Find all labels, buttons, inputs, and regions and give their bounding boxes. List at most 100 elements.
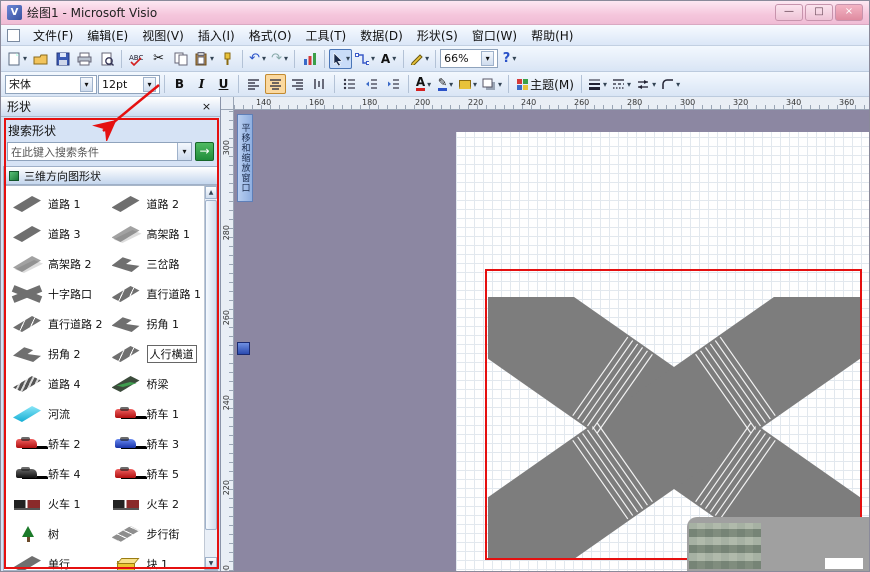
chevron-down-icon[interactable]: ▾ bbox=[177, 143, 191, 160]
shadow-button[interactable]: ▾ bbox=[480, 74, 504, 94]
shape-item[interactable]: 轿车 2 bbox=[6, 429, 105, 459]
new-document-button[interactable]: ▾ bbox=[5, 49, 29, 69]
line-weight-button[interactable]: ▾ bbox=[586, 74, 609, 94]
copy-button[interactable] bbox=[170, 49, 191, 69]
shape-item[interactable]: 道路 1 bbox=[6, 189, 105, 219]
zoom-combo[interactable]: 66% ▾ bbox=[440, 49, 498, 68]
shape-item[interactable]: 块 1 bbox=[105, 549, 204, 571]
line-pattern-button[interactable]: ▾ bbox=[610, 74, 633, 94]
menu-item[interactable]: 形状(S) bbox=[410, 25, 465, 46]
chart-button[interactable] bbox=[299, 49, 320, 69]
close-button[interactable]: × bbox=[835, 4, 863, 21]
pointer-tool-button[interactable]: ▾ bbox=[329, 49, 352, 69]
increase-indent-button[interactable] bbox=[383, 74, 404, 94]
shape-item[interactable]: 十字路口 bbox=[6, 279, 105, 309]
menu-item[interactable]: 格式(O) bbox=[242, 25, 299, 46]
bold-button[interactable]: B bbox=[169, 74, 190, 94]
collapsed-window-button[interactable] bbox=[237, 342, 250, 355]
format-painter-button[interactable] bbox=[217, 49, 238, 69]
panel-close-button[interactable]: × bbox=[199, 99, 214, 114]
shape-item[interactable]: 人行横道 bbox=[105, 339, 204, 369]
corner-rounding-button[interactable]: ▾ bbox=[659, 74, 682, 94]
menu-item[interactable]: 文件(F) bbox=[26, 25, 80, 46]
shape-item[interactable]: 桥梁 bbox=[105, 369, 204, 399]
print-preview-button[interactable] bbox=[96, 49, 117, 69]
menu-item[interactable]: 插入(I) bbox=[191, 25, 242, 46]
align-right-button[interactable] bbox=[287, 74, 308, 94]
fill-color-button[interactable]: ▾ bbox=[457, 74, 479, 94]
bullets-button[interactable] bbox=[339, 74, 360, 94]
decrease-indent-icon bbox=[365, 78, 378, 90]
shape-item[interactable]: 火车 1 bbox=[6, 489, 105, 519]
help-button[interactable]: ?▾ bbox=[499, 49, 520, 69]
shape-item[interactable]: 高架路 2 bbox=[6, 249, 105, 279]
corner-icon bbox=[109, 315, 143, 333]
shape-item[interactable]: 单行 bbox=[6, 549, 105, 571]
shape-item[interactable]: 轿车 4 bbox=[6, 459, 105, 489]
shapes-scrollbar[interactable]: ▲ ▼ bbox=[204, 186, 217, 570]
underline-button[interactable]: U bbox=[213, 74, 234, 94]
search-combo[interactable]: ▾ bbox=[7, 142, 192, 161]
decrease-indent-button[interactable] bbox=[361, 74, 382, 94]
align-center-button[interactable] bbox=[265, 74, 286, 94]
shape-item[interactable]: 道路 2 bbox=[105, 189, 204, 219]
shape-item[interactable]: 河流 bbox=[6, 399, 105, 429]
shape-item[interactable]: 直行道路 2 bbox=[6, 309, 105, 339]
shapes-panel-title: 形状 bbox=[7, 98, 31, 115]
road-icon bbox=[10, 555, 44, 571]
shape-item[interactable]: 道路 4 bbox=[6, 369, 105, 399]
text-tool-button[interactable]: A▾ bbox=[378, 49, 399, 69]
scroll-up-icon[interactable]: ▲ bbox=[205, 186, 217, 199]
shape-item[interactable]: 三岔路 bbox=[105, 249, 204, 279]
line-color-button[interactable]: ✎▾ bbox=[435, 74, 456, 94]
shape-item[interactable]: 道路 3 bbox=[6, 219, 105, 249]
minimize-button[interactable]: — bbox=[775, 4, 803, 21]
undo-button[interactable]: ↶▾ bbox=[247, 49, 268, 69]
search-input[interactable] bbox=[8, 145, 177, 158]
separator bbox=[403, 50, 404, 68]
font-size-combo[interactable]: 12pt ▾ bbox=[98, 75, 160, 94]
menu-item[interactable]: 工具(T) bbox=[299, 25, 354, 46]
shape-item[interactable]: 火车 2 bbox=[105, 489, 204, 519]
ruler-label: 180 bbox=[362, 98, 377, 107]
theme-button[interactable]: 主题(M) bbox=[513, 74, 577, 94]
search-go-button[interactable]: → bbox=[195, 142, 214, 161]
pan-zoom-window-tab[interactable]: 平移和缩放窗口 bbox=[237, 114, 253, 202]
scroll-thumb[interactable] bbox=[205, 200, 217, 530]
italic-button[interactable]: I bbox=[191, 74, 212, 94]
vertical-align-button[interactable] bbox=[309, 74, 330, 94]
shape-item[interactable]: 轿车 5 bbox=[105, 459, 204, 489]
shape-item[interactable]: 步行街 bbox=[105, 519, 204, 549]
shape-item[interactable]: 轿车 1 bbox=[105, 399, 204, 429]
print-button[interactable] bbox=[74, 49, 95, 69]
shape-item[interactable]: 轿车 3 bbox=[105, 429, 204, 459]
open-button[interactable] bbox=[30, 49, 51, 69]
scroll-down-icon[interactable]: ▼ bbox=[205, 557, 217, 570]
drawing-tool-button[interactable]: ▾ bbox=[408, 49, 431, 69]
cut-button[interactable]: ✂ bbox=[148, 49, 169, 69]
menu-item[interactable]: 视图(V) bbox=[135, 25, 191, 46]
line-ends-button[interactable]: ▾ bbox=[634, 74, 658, 94]
shape-item[interactable]: 直行道路 1 bbox=[105, 279, 204, 309]
car-blue-icon bbox=[109, 435, 143, 453]
shape-item[interactable]: 拐角 2 bbox=[6, 339, 105, 369]
spelling-button[interactable]: ABC bbox=[126, 49, 147, 69]
align-left-button[interactable] bbox=[243, 74, 264, 94]
font-combo[interactable]: 宋体 ▾ bbox=[5, 75, 97, 94]
maximize-button[interactable]: □ bbox=[805, 4, 833, 21]
save-button[interactable] bbox=[52, 49, 73, 69]
paste-button[interactable]: ▾ bbox=[192, 49, 216, 69]
drawing-canvas[interactable]: 140160180200220240260280300320340360 300… bbox=[221, 97, 869, 571]
menu-item[interactable]: 帮助(H) bbox=[524, 25, 580, 46]
menu-item[interactable]: 数据(D) bbox=[353, 25, 410, 46]
menu-item[interactable]: 编辑(E) bbox=[80, 25, 135, 46]
stencil-section-header[interactable]: 三维方向图形状 bbox=[3, 166, 218, 185]
menu-item[interactable]: 窗口(W) bbox=[465, 25, 524, 46]
redo-button[interactable]: ↷▾ bbox=[269, 49, 290, 69]
connector-tool-button[interactable]: ▾ bbox=[353, 49, 377, 69]
font-name: 宋体 bbox=[9, 76, 77, 92]
shape-item[interactable]: 高架路 1 bbox=[105, 219, 204, 249]
font-color-button[interactable]: A▾ bbox=[413, 74, 434, 94]
shape-item[interactable]: 树 bbox=[6, 519, 105, 549]
shape-item[interactable]: 拐角 1 bbox=[105, 309, 204, 339]
